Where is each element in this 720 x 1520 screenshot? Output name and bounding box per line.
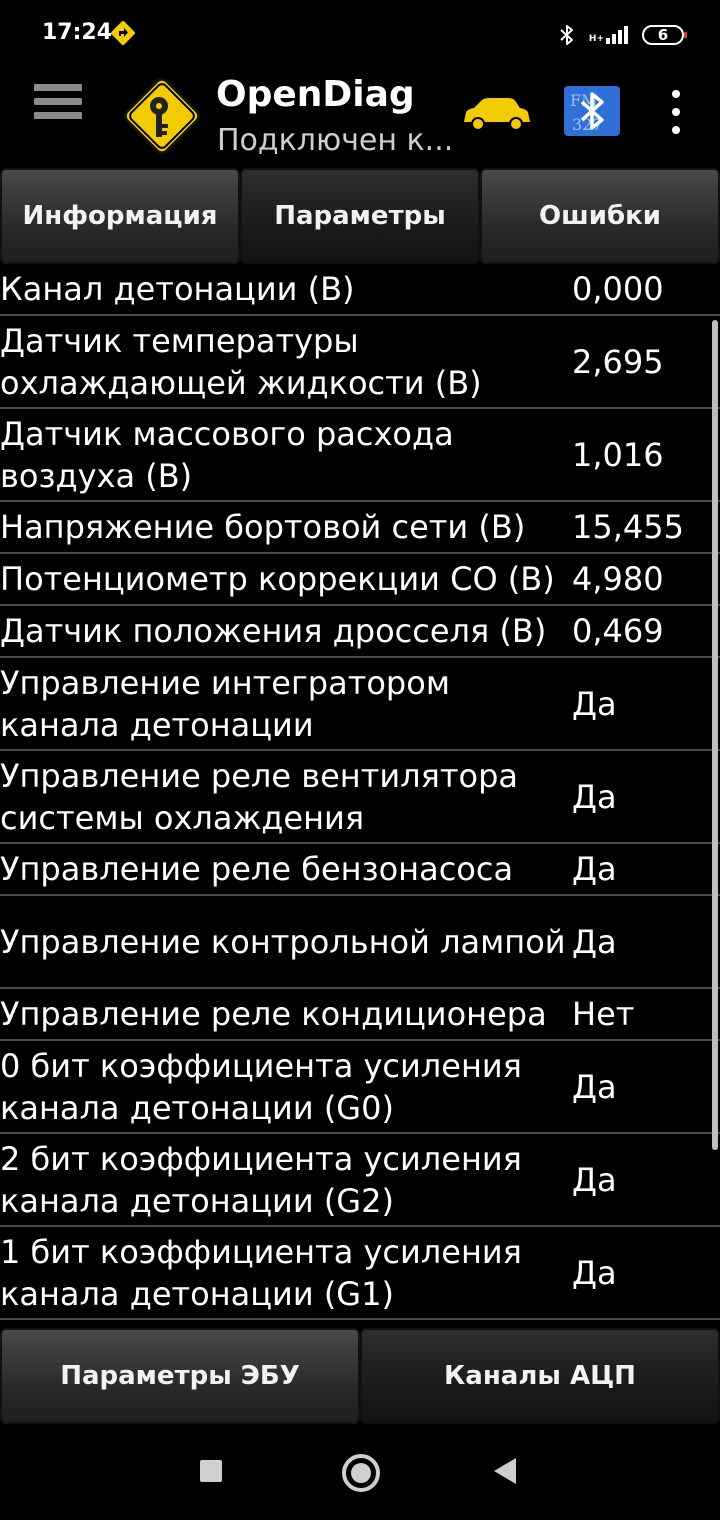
signal-icon: H+: [589, 26, 628, 44]
table-row: 2 бит коэффициента усиления канала детон…: [0, 1134, 720, 1227]
menu-icon[interactable]: [34, 84, 82, 134]
param-value: Да: [572, 684, 617, 723]
param-label: 0 бит коэффициента усиления канала детон…: [0, 1046, 522, 1127]
param-label: Датчик температуры охлаждающей жидкости …: [0, 321, 482, 402]
table-row: Управление интегратором канала детонации…: [0, 658, 720, 751]
more-vert-icon[interactable]: [664, 90, 688, 134]
system-navigation-bar: [0, 1424, 720, 1520]
param-value: 15,455: [572, 508, 684, 546]
car-icon[interactable]: [460, 94, 532, 134]
param-label: Потенциометр коррекции CO (В): [0, 560, 555, 598]
param-value: Да: [572, 1253, 617, 1292]
table-row: 0 бит коэффициента усиления канала детон…: [0, 1041, 720, 1134]
param-label: Датчик массового расхода воздуха (В): [0, 414, 454, 495]
param-value: Да: [572, 850, 617, 888]
param-label: Напряжение бортовой сети (В): [0, 508, 526, 546]
app-title: OpenDiag: [216, 74, 415, 115]
ecu-parameters-button[interactable]: Параметры ЭБУ: [0, 1328, 360, 1424]
table-row: Датчик положения дросселя (В) 0,469: [0, 606, 720, 658]
param-label: Управление контрольной лампой: [0, 922, 566, 961]
status-bar: 17:24 H+ 6: [0, 0, 720, 68]
tab-parameters[interactable]: Параметры: [240, 168, 480, 264]
param-label: Датчик положения дросселя (В): [0, 612, 547, 650]
param-label: Управление реле вентилятора системы охла…: [0, 756, 518, 837]
adc-channels-button[interactable]: Каналы АЦП: [360, 1328, 720, 1424]
param-label: 2 бит коэффициента усиления канала детон…: [0, 1139, 522, 1220]
table-row: Управление реле вентилятора системы охла…: [0, 751, 720, 844]
param-label: Управление реле бензонасоса: [0, 850, 514, 888]
param-value: 1,016: [572, 435, 664, 474]
param-label: 1 бит коэффициента усиления канала детон…: [0, 1232, 522, 1313]
param-value: Да: [572, 777, 617, 816]
table-row: Управление реле бензонасоса Да: [0, 844, 720, 896]
battery-icon: 6: [642, 25, 687, 45]
param-value: 4,980: [572, 560, 664, 598]
network-type-label: H+: [588, 34, 604, 44]
status-icons: H+ 6: [559, 20, 687, 50]
bottom-bar: Параметры ЭБУ Каналы АЦП: [0, 1328, 720, 1424]
tab-errors[interactable]: Ошибки: [480, 168, 720, 264]
bluetooth-adapter-icon[interactable]: FM 327: [564, 86, 620, 136]
table-row: Потенциометр коррекции CO (В) 4,980: [0, 554, 720, 606]
table-row: Напряжение бортовой сети (В) 15,455: [0, 502, 720, 554]
tab-information[interactable]: Информация: [0, 168, 240, 264]
back-icon[interactable]: [494, 1458, 516, 1484]
param-value: Нет: [572, 995, 635, 1033]
table-row: Датчик массового расхода воздуха (В) 1,0…: [0, 409, 720, 502]
table-row: Управление реле кондиционера Нет: [0, 989, 720, 1041]
param-label: Управление интегратором канала детонации: [0, 663, 450, 744]
table-row: Канал детонации (В) 0,000: [0, 264, 720, 316]
param-value: 0,000: [572, 270, 664, 308]
app-subtitle: Подключен к...: [217, 123, 454, 158]
param-value: 0,469: [572, 612, 664, 650]
param-value: Да: [572, 1067, 617, 1106]
param-value: Да: [572, 922, 617, 961]
parameters-list[interactable]: Канал детонации (В) 0,000 Датчик темпера…: [0, 264, 720, 1328]
table-row: Управление контрольной лампой Да: [0, 896, 720, 989]
main-tabs: Информация Параметры Ошибки: [0, 168, 720, 264]
key-sign-logo: [123, 77, 201, 155]
navigation-icon: [111, 21, 135, 45]
home-icon[interactable]: [342, 1454, 380, 1492]
battery-level: 6: [657, 26, 669, 44]
table-row: Датчик температуры охлаждающей жидкости …: [0, 316, 720, 409]
app-bar: OpenDiag Подключен к... FM 327: [0, 68, 720, 168]
param-label: Канал детонации (В): [0, 270, 355, 308]
recent-apps-icon[interactable]: [200, 1460, 222, 1482]
param-label: Управление реле кондиционера: [0, 995, 547, 1033]
status-time: 17:24: [42, 20, 113, 45]
list-scrollbar[interactable]: [712, 320, 718, 1150]
param-value: 2,695: [572, 342, 664, 381]
table-row: 1 бит коэффициента усиления канала детон…: [0, 1227, 720, 1320]
param-value: Да: [572, 1160, 617, 1199]
bluetooth-icon: [560, 25, 573, 45]
